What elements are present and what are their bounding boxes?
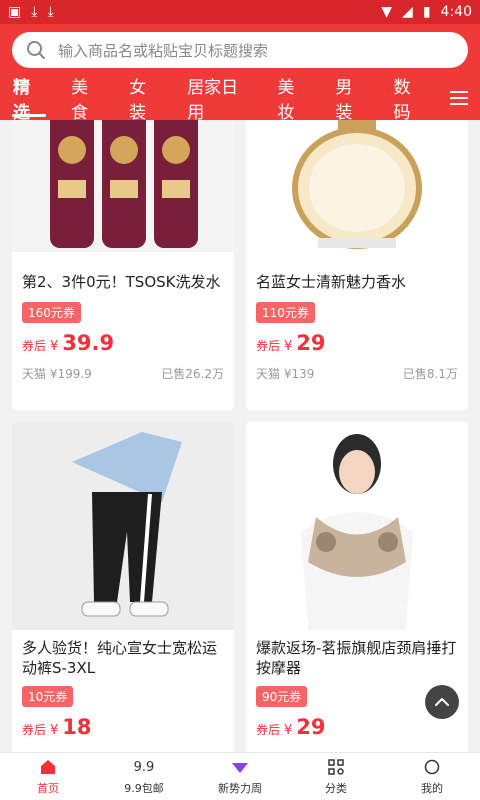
price-line: 券后 ¥ 39.9 bbox=[12, 331, 234, 355]
price-line: 券后 ¥ 29 bbox=[246, 715, 468, 739]
home-icon bbox=[38, 757, 58, 777]
wifi-icon: ▼ bbox=[381, 4, 393, 20]
tab-food[interactable]: 美食 bbox=[58, 76, 116, 123]
sold-count: 已售8.1万 bbox=[402, 367, 458, 381]
product-title: 名蓝女士清新魅力香水 bbox=[256, 273, 407, 291]
search-icon bbox=[27, 41, 45, 59]
download-notification-icon: ⤓ bbox=[31, 4, 38, 20]
shop-original-price: 天猫 ¥139 bbox=[256, 367, 315, 381]
download-notification-icon: ⤓ bbox=[47, 4, 54, 20]
nav-new-power-week[interactable]: 新势力周 bbox=[192, 753, 288, 800]
search-placeholder: 输入商品名或粘贴宝贝标题搜索 bbox=[58, 41, 269, 60]
status-bar: ▣ ⤓ ⤓ ▼ ◢ ▮ 4:40 bbox=[0, 0, 480, 24]
product-price: 29 bbox=[296, 331, 326, 355]
product-title: 多人验货！纯心宣女士宽松运动裤S-3XL bbox=[22, 639, 218, 677]
coupon-badge: 10元券 bbox=[22, 686, 74, 707]
nav-home[interactable]: 首页 bbox=[0, 753, 96, 800]
profile-icon bbox=[422, 757, 442, 777]
menu-icon[interactable] bbox=[439, 76, 480, 120]
product-price: 29 bbox=[296, 715, 326, 739]
nav-label: 首页 bbox=[37, 782, 59, 795]
category-grid-icon bbox=[326, 757, 346, 777]
product-image bbox=[246, 422, 468, 630]
product-grid: 第2、3件0元！TSOSK洗发水 160元券 券后 ¥ 39.9 天猫 ¥199… bbox=[0, 120, 480, 752]
category-tabs: 精选 美食 女装 居家日用 美妆 男装 数码 bbox=[0, 76, 480, 123]
coupon-badge: 90元券 bbox=[256, 686, 308, 707]
product-title: 第2、3件0元！TSOSK洗发水 bbox=[22, 273, 221, 291]
scroll-to-top-button[interactable] bbox=[425, 685, 459, 719]
currency-symbol: ¥ bbox=[284, 723, 293, 738]
coupon-badge: 110元券 bbox=[256, 302, 315, 323]
nav-label: 我的 bbox=[421, 782, 443, 795]
nav-profile[interactable]: 我的 bbox=[384, 753, 480, 800]
nav-category[interactable]: 分类 bbox=[288, 753, 384, 800]
product-image bbox=[12, 422, 234, 630]
price-line: 券后 ¥ 29 bbox=[246, 331, 468, 355]
nav-nine-nine[interactable]: 9.9 9.9包邮 bbox=[96, 753, 192, 800]
currency-symbol: ¥ bbox=[50, 723, 59, 738]
currency-symbol: ¥ bbox=[284, 339, 293, 354]
tab-digital[interactable]: 数码 bbox=[380, 76, 438, 123]
signal-icon: ◢ bbox=[402, 4, 413, 20]
nav-label: 新势力周 bbox=[218, 782, 262, 795]
status-time: 4:40 bbox=[440, 4, 472, 20]
product-price: 18 bbox=[62, 715, 92, 739]
price-prefix: 券后 bbox=[22, 723, 47, 737]
nine-nine-icon: 9.9 bbox=[133, 759, 155, 775]
new-power-icon bbox=[230, 757, 250, 777]
product-image bbox=[246, 120, 468, 252]
product-card[interactable]: 第2、3件0元！TSOSK洗发水 160元券 券后 ¥ 39.9 天猫 ¥199… bbox=[12, 120, 234, 410]
product-image bbox=[12, 120, 234, 252]
bottom-nav: 首页 9.9 9.9包邮 新势力周 分类 我的 bbox=[0, 752, 480, 800]
product-card[interactable]: 多人验货！纯心宣女士宽松运动裤S-3XL 10元券 券后 ¥ 18 bbox=[12, 422, 234, 752]
tab-featured[interactable]: 精选 bbox=[0, 76, 58, 123]
price-prefix: 券后 bbox=[256, 723, 281, 737]
tab-women-clothing[interactable]: 女装 bbox=[116, 76, 174, 123]
currency-symbol: ¥ bbox=[50, 339, 59, 354]
tab-beauty[interactable]: 美妆 bbox=[264, 76, 322, 123]
nav-label: 分类 bbox=[325, 782, 347, 795]
tab-home-daily[interactable]: 居家日用 bbox=[174, 76, 264, 123]
price-prefix: 券后 bbox=[256, 339, 281, 353]
product-price: 39.9 bbox=[62, 331, 115, 355]
image-notification-icon: ▣ bbox=[8, 4, 22, 20]
battery-icon: ▮ bbox=[422, 4, 431, 20]
sold-count: 已售26.2万 bbox=[161, 367, 224, 381]
search-input[interactable]: 输入商品名或粘贴宝贝标题搜索 bbox=[12, 32, 468, 68]
price-line: 券后 ¥ 18 bbox=[12, 715, 234, 739]
nav-label: 9.9包邮 bbox=[124, 782, 164, 795]
shop-original-price: 天猫 ¥199.9 bbox=[22, 367, 92, 381]
top-bar: 输入商品名或粘贴宝贝标题搜索 精选 美食 女装 居家日用 美妆 男装 数码 bbox=[0, 24, 480, 123]
product-title: 爆款返场-茗振旗舰店颈肩捶打按摩器 bbox=[256, 639, 457, 677]
product-card[interactable]: 名蓝女士清新魅力香水 110元券 券后 ¥ 29 天猫 ¥139 已售8.1万 bbox=[246, 120, 468, 410]
coupon-badge: 160元券 bbox=[22, 302, 81, 323]
tab-men-clothing[interactable]: 男装 bbox=[322, 76, 380, 123]
price-prefix: 券后 bbox=[22, 339, 47, 353]
chevron-up-icon bbox=[435, 698, 449, 706]
